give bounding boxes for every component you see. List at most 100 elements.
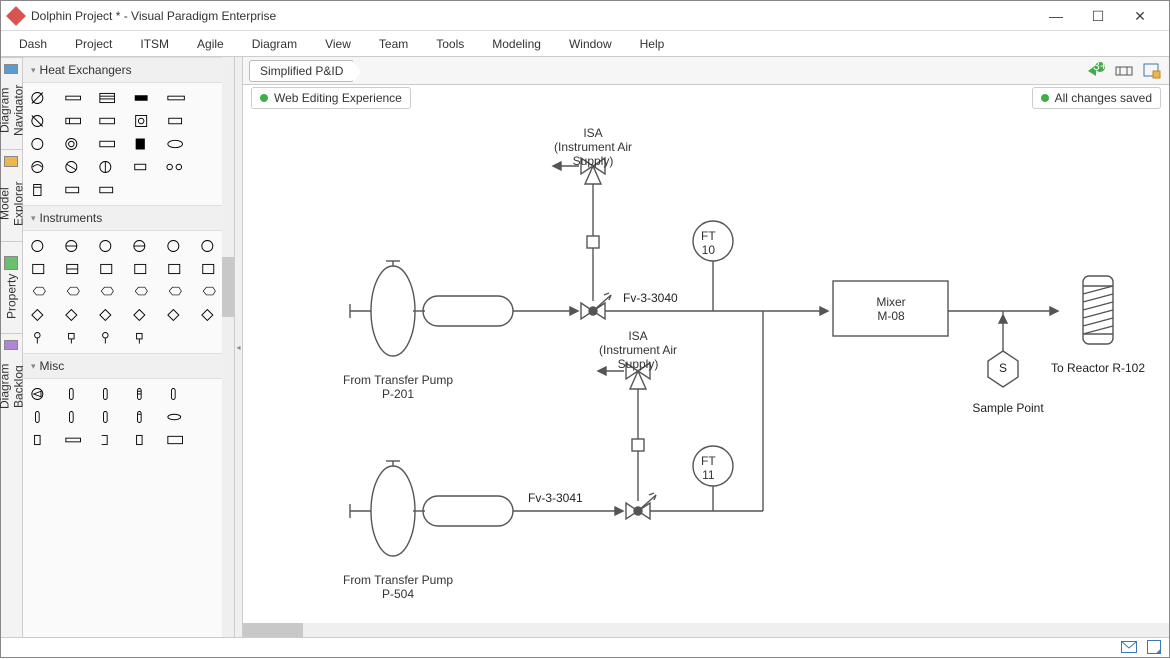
palette-shape[interactable] bbox=[27, 156, 55, 178]
palette-shape[interactable] bbox=[197, 304, 225, 326]
palette-shape[interactable] bbox=[129, 281, 157, 303]
palette-shape[interactable] bbox=[27, 235, 55, 257]
menu-agile[interactable]: Agile bbox=[197, 37, 224, 51]
maximize-button[interactable]: ☐ bbox=[1077, 2, 1119, 30]
palette-section-instruments[interactable]: Instruments bbox=[23, 205, 234, 231]
scrollbar-thumb[interactable] bbox=[222, 257, 234, 317]
palette-shape[interactable] bbox=[27, 87, 55, 109]
palette-shape[interactable] bbox=[95, 429, 123, 451]
sidetab-property[interactable]: Property bbox=[1, 241, 22, 333]
palette-shape[interactable] bbox=[197, 281, 225, 303]
palette-shape[interactable] bbox=[95, 281, 123, 303]
add-panel-icon[interactable] bbox=[1141, 60, 1163, 82]
palette-shape[interactable] bbox=[129, 156, 157, 178]
palette-shape[interactable] bbox=[95, 258, 123, 280]
palette-section-heat-exchangers[interactable]: Heat Exchangers bbox=[23, 57, 234, 83]
palette-shape[interactable] bbox=[95, 156, 123, 178]
minimize-button[interactable]: — bbox=[1035, 2, 1077, 30]
menu-window[interactable]: Window bbox=[569, 37, 612, 51]
palette-shape[interactable] bbox=[61, 110, 89, 132]
splitter-handle[interactable] bbox=[235, 57, 243, 637]
palette-shape[interactable] bbox=[129, 258, 157, 280]
scrollbar-thumb[interactable] bbox=[243, 623, 303, 637]
palette-shape[interactable] bbox=[197, 258, 225, 280]
menu-dash[interactable]: Dash bbox=[19, 37, 47, 51]
menu-itsm[interactable]: ITSM bbox=[140, 37, 169, 51]
palette-shape[interactable] bbox=[129, 406, 157, 428]
palette-shape[interactable] bbox=[197, 235, 225, 257]
sidetab-model-explorer[interactable]: Model Explorer bbox=[1, 149, 22, 241]
canvas-scrollbar-h[interactable] bbox=[243, 623, 1169, 637]
palette-shape[interactable] bbox=[197, 110, 225, 132]
palette-shape[interactable] bbox=[27, 406, 55, 428]
palette-shape[interactable] bbox=[129, 304, 157, 326]
palette-shape[interactable] bbox=[163, 304, 191, 326]
mail-icon[interactable] bbox=[1121, 641, 1137, 656]
palette-shape[interactable] bbox=[197, 406, 225, 428]
palette-shape[interactable] bbox=[163, 429, 191, 451]
palette-shape[interactable] bbox=[163, 281, 191, 303]
palette-shape[interactable] bbox=[61, 383, 89, 405]
menu-tools[interactable]: Tools bbox=[436, 37, 464, 51]
note-icon[interactable] bbox=[1147, 640, 1161, 657]
sidetab-diagram-navigator[interactable]: Diagram Navigator bbox=[1, 57, 22, 149]
palette-shape[interactable] bbox=[163, 258, 191, 280]
palette-shape[interactable] bbox=[197, 383, 225, 405]
palette-shape[interactable] bbox=[163, 235, 191, 257]
palette-shape[interactable] bbox=[197, 133, 225, 155]
palette-shape[interactable] bbox=[197, 156, 225, 178]
layout-icon[interactable] bbox=[1113, 60, 1135, 82]
palette-shape[interactable] bbox=[95, 87, 123, 109]
palette-shape[interactable] bbox=[129, 235, 157, 257]
palette-shape[interactable] bbox=[95, 406, 123, 428]
palette-shape[interactable] bbox=[95, 110, 123, 132]
palette-shape[interactable] bbox=[95, 235, 123, 257]
palette-shape[interactable] bbox=[163, 133, 191, 155]
notification-icon[interactable]: 3+ bbox=[1085, 60, 1107, 82]
palette-scrollbar[interactable] bbox=[222, 57, 234, 637]
palette-shape[interactable] bbox=[95, 383, 123, 405]
menu-view[interactable]: View bbox=[325, 37, 351, 51]
palette-shape[interactable] bbox=[27, 304, 55, 326]
palette-shape[interactable] bbox=[61, 327, 89, 349]
palette-shape[interactable] bbox=[129, 327, 157, 349]
diagram-tab[interactable]: Simplified P&ID bbox=[249, 60, 354, 82]
palette-shape[interactable] bbox=[129, 133, 157, 155]
palette-shape[interactable] bbox=[61, 281, 89, 303]
palette-shape[interactable] bbox=[163, 87, 191, 109]
palette-shape[interactable] bbox=[61, 179, 89, 201]
palette-shape[interactable] bbox=[129, 383, 157, 405]
palette-shape[interactable] bbox=[197, 87, 225, 109]
palette-shape[interactable] bbox=[61, 258, 89, 280]
menu-team[interactable]: Team bbox=[379, 37, 408, 51]
palette-shape[interactable] bbox=[27, 133, 55, 155]
palette-shape[interactable] bbox=[27, 258, 55, 280]
palette-shape[interactable] bbox=[61, 304, 89, 326]
menu-diagram[interactable]: Diagram bbox=[252, 37, 297, 51]
palette-section-misc[interactable]: Misc bbox=[23, 353, 234, 379]
palette-shape[interactable] bbox=[95, 304, 123, 326]
diagram-canvas[interactable]: ISA(Instrument Air Supply) FT10 Fv-3-304… bbox=[243, 111, 1169, 637]
palette-shape[interactable] bbox=[163, 110, 191, 132]
palette-shape[interactable] bbox=[95, 179, 123, 201]
palette-shape[interactable] bbox=[61, 406, 89, 428]
palette-shape[interactable] bbox=[61, 133, 89, 155]
palette-shape[interactable] bbox=[27, 110, 55, 132]
menu-project[interactable]: Project bbox=[75, 37, 112, 51]
palette-shape[interactable] bbox=[61, 429, 89, 451]
menu-help[interactable]: Help bbox=[640, 37, 665, 51]
palette-shape[interactable] bbox=[129, 110, 157, 132]
palette-shape[interactable] bbox=[163, 406, 191, 428]
palette-shape[interactable] bbox=[129, 87, 157, 109]
close-button[interactable]: ✕ bbox=[1119, 2, 1161, 30]
palette-shape[interactable] bbox=[95, 327, 123, 349]
palette-shape[interactable] bbox=[61, 156, 89, 178]
palette-shape[interactable] bbox=[27, 327, 55, 349]
palette-shape[interactable] bbox=[27, 429, 55, 451]
palette-shape[interactable] bbox=[27, 281, 55, 303]
palette-shape[interactable] bbox=[163, 383, 191, 405]
palette-shape[interactable] bbox=[129, 429, 157, 451]
palette-shape[interactable] bbox=[61, 235, 89, 257]
palette-shape[interactable] bbox=[163, 156, 191, 178]
palette-shape[interactable] bbox=[61, 87, 89, 109]
